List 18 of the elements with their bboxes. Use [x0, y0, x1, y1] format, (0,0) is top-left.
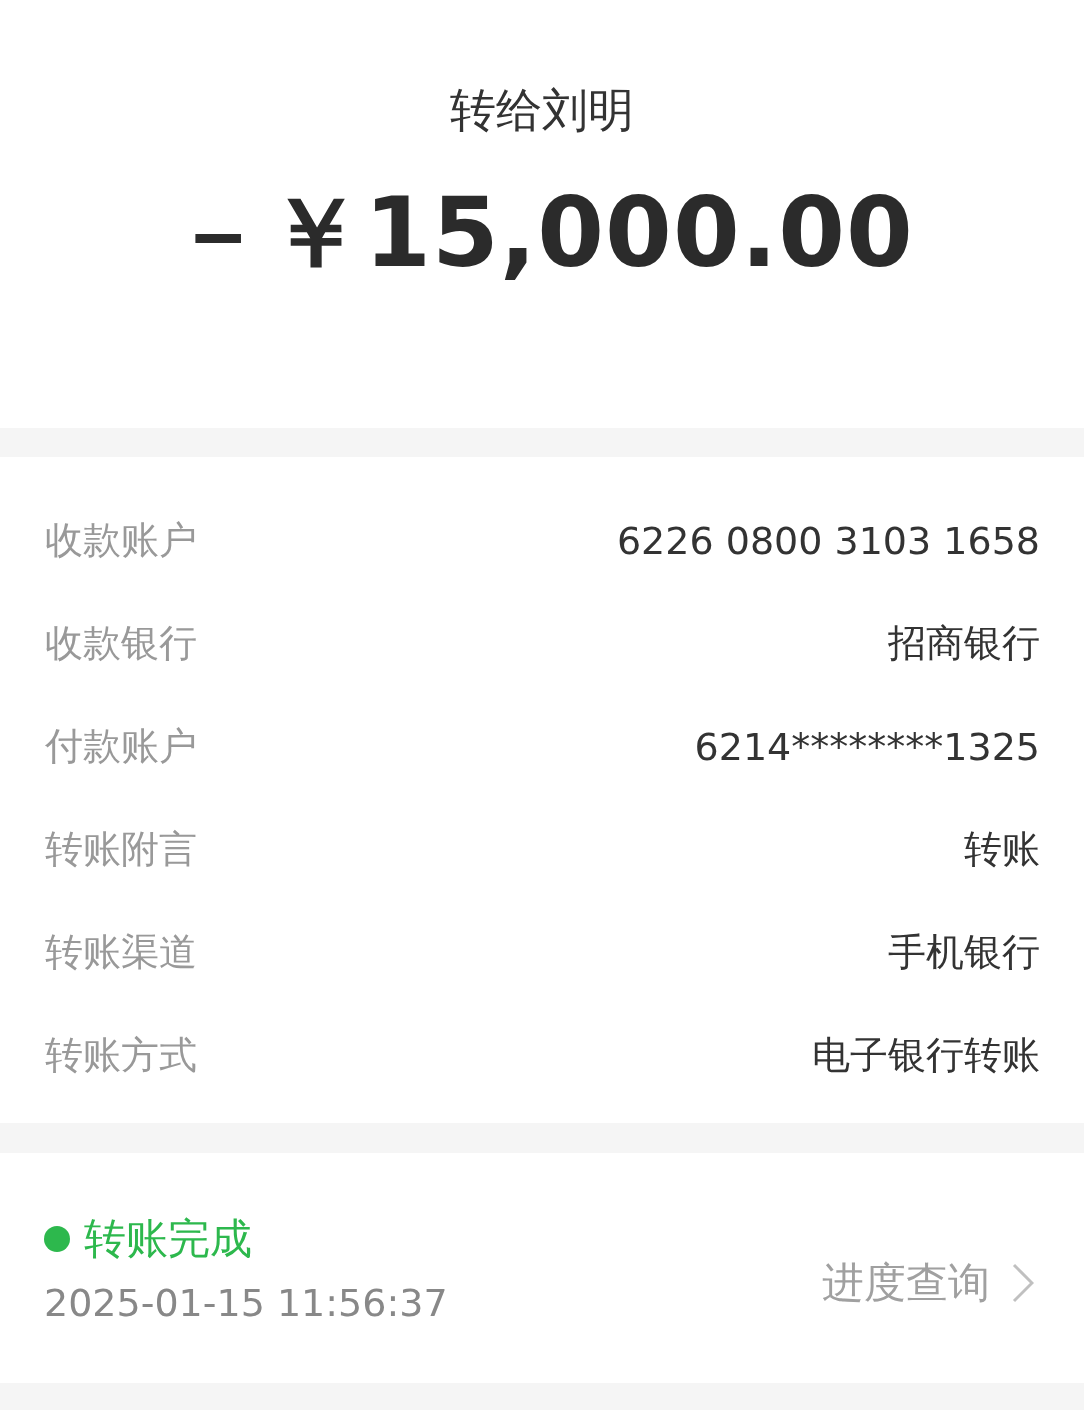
status-text: 转账完成: [84, 1213, 252, 1265]
detail-value: 6226 0800 3103 1658: [616, 518, 1040, 563]
detail-value: 电子银行转账: [812, 1032, 1040, 1079]
status-time: 2025-01-15 11:56:37: [44, 1281, 448, 1325]
chevron-right-icon: [1012, 1263, 1034, 1303]
detail-value: 6214********1325: [694, 724, 1040, 769]
detail-value: 转账: [964, 826, 1040, 873]
recipient-title: 转给刘明: [450, 82, 634, 139]
detail-label: 转账渠道: [45, 929, 197, 976]
detail-label: 收款银行: [45, 620, 197, 667]
detail-label: 转账方式: [45, 1032, 197, 1079]
detail-value: 手机银行: [888, 929, 1040, 976]
detail-label: 付款账户: [45, 723, 197, 770]
progress-link[interactable]: 进度查询: [822, 1255, 1034, 1311]
amount: －￥15,000.00: [170, 178, 914, 288]
detail-label: 转账附言: [45, 826, 197, 873]
detail-label: 收款账户: [45, 517, 197, 564]
detail-value: 招商银行: [888, 620, 1040, 667]
